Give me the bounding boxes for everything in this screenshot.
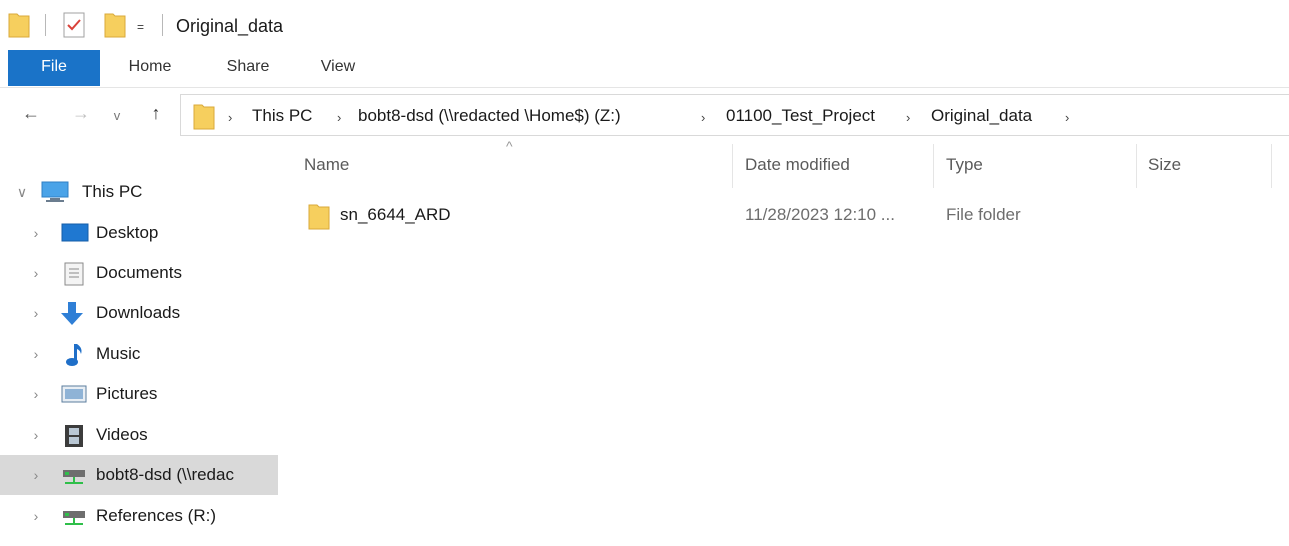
nav-item-label: Videos [96,425,148,444]
address-bar[interactable]: › This PC › bobt8-dsd (\\redacted \Home$… [180,94,1289,136]
tab-share[interactable]: Share [212,50,284,86]
nav-item-label: This PC [82,182,143,201]
column-header-name[interactable]: Name [304,154,349,176]
navigation-pane: ∨ This PC › Desktop › Documents › Downlo… [0,136,278,546]
expand-chevron-icon[interactable]: › [28,263,44,283]
expand-chevron-icon[interactable]: › [28,465,44,485]
network-drive-icon [60,463,88,492]
file-name[interactable]: sn_6644_ARD [340,204,451,226]
expand-chevron-icon[interactable]: ∨ [14,182,30,202]
breadcrumb-chevron-icon[interactable]: › [1065,107,1069,129]
file-row[interactable]: sn_6644_ARD 11/28/2023 12:10 ... File fo… [278,198,1289,232]
window-title: Original_data [176,16,284,36]
expand-chevron-icon[interactable]: › [28,303,44,323]
documents-icon [62,261,86,292]
breadcrumb-chevron-icon[interactable]: › [337,107,341,129]
expand-chevron-icon[interactable]: › [28,425,44,445]
file-list: ^ Name Date modified Type Size sn_6644_A… [278,136,1289,546]
nav-item-label: Downloads [96,303,181,322]
file-date-modified: 11/28/2023 12:10 ... [745,205,895,224]
column-divider[interactable] [1136,144,1137,188]
tab-home[interactable]: Home [110,50,190,86]
expand-chevron-icon[interactable]: › [28,344,44,364]
nav-item-documents[interactable]: › Documents [0,253,278,293]
expand-chevron-icon[interactable]: › [28,223,44,243]
recent-locations-chevron-icon[interactable]: v [106,105,128,127]
properties-icon[interactable] [62,11,86,44]
pictures-icon [60,382,88,411]
videos-icon [62,423,86,454]
nav-item-videos[interactable]: › Videos [0,415,278,455]
nav-item-label: Music [96,344,141,363]
title-separator [162,14,163,36]
nav-item-label: Pictures [96,384,158,403]
ribbon-tabs: File Home Share View [0,50,1289,88]
breadcrumb-chevron-icon[interactable]: › [228,107,232,129]
nav-item-label: Desktop [96,223,159,242]
column-divider[interactable] [732,144,733,188]
title-bar: = Original_data [0,0,1289,50]
forward-arrow-icon[interactable]: → [70,102,92,124]
folder-icon [193,102,215,135]
breadcrumb-chevron-icon[interactable]: › [701,107,705,129]
expand-chevron-icon[interactable]: › [28,384,44,404]
column-header-date-modified[interactable]: Date modified [745,154,850,176]
desktop-icon [60,221,90,250]
nav-item-label: bobt8-dsd (\\redac [96,465,234,484]
column-header-type[interactable]: Type [946,154,983,176]
customize-toolbar-dropdown-icon[interactable]: = [137,20,149,34]
column-divider[interactable] [1271,144,1272,188]
breadcrumb-drive[interactable]: bobt8-dsd (\\redacted \Home$) (Z:) [358,105,621,127]
title-separator [45,14,46,36]
nav-item-label: Documents [96,263,182,282]
music-icon [62,342,86,373]
column-header-size[interactable]: Size [1148,154,1181,176]
breadcrumb-chevron-icon[interactable]: › [906,107,910,129]
sort-ascending-icon: ^ [506,138,513,154]
breadcrumb-current-folder[interactable]: Original_data [931,105,1032,127]
up-arrow-icon[interactable]: ↑ [145,102,167,124]
new-folder-icon[interactable] [104,12,126,43]
nav-item-label: References (R:) [96,506,216,525]
back-arrow-icon[interactable]: ← [20,102,42,124]
file-type: File folder [946,205,1021,224]
nav-item-references-r[interactable]: › References (R:) [0,496,278,536]
column-divider[interactable] [933,144,934,188]
nav-item-this-pc[interactable]: ∨ This PC [0,172,278,212]
nav-item-music[interactable]: › Music [0,334,278,374]
folder-icon [8,12,30,43]
expand-chevron-icon[interactable]: › [28,506,44,526]
downloads-icon [58,301,86,332]
navigation-bar: ← → v ↑ › This PC › bobt8-dsd (\\redacte… [0,92,1289,136]
nav-item-pictures[interactable]: › Pictures [0,374,278,414]
folder-icon [308,202,330,235]
breadcrumb-this-pc[interactable]: This PC [252,105,312,127]
network-drive-icon [60,504,88,533]
computer-icon [40,180,70,209]
nav-item-downloads[interactable]: › Downloads [0,293,278,333]
tab-file[interactable]: File [8,50,100,86]
nav-item-desktop[interactable]: › Desktop [0,213,278,253]
breadcrumb-project[interactable]: 01100_Test_Project [726,105,875,127]
tab-view[interactable]: View [308,50,368,86]
nav-item-network-drive-z[interactable]: › bobt8-dsd (\\redac [0,455,278,495]
